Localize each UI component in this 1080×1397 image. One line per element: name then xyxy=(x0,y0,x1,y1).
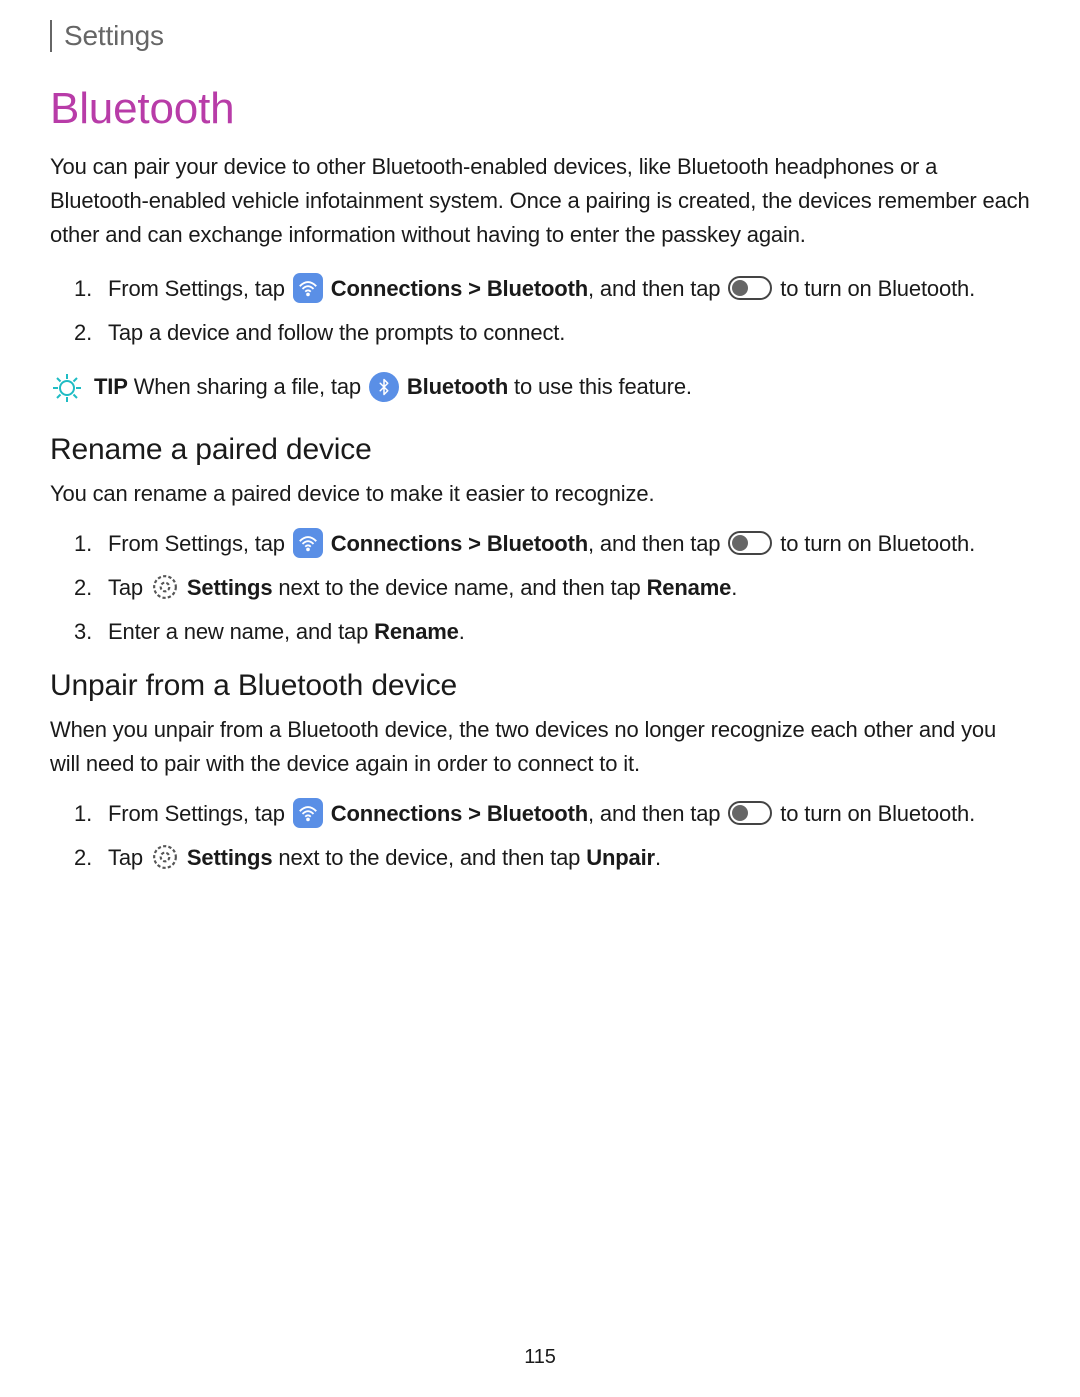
text: . xyxy=(655,845,661,870)
text-bold: Connections > Bluetooth xyxy=(331,531,588,556)
text: to turn on Bluetooth. xyxy=(780,276,975,301)
text: , and then tap xyxy=(588,801,726,826)
page-title: Bluetooth xyxy=(50,84,1030,134)
tip-callout: TIP When sharing a file, tap Bluetooth t… xyxy=(50,370,1030,404)
text-bold: Rename xyxy=(647,575,732,600)
rename-intro: You can rename a paired device to make i… xyxy=(50,477,1030,511)
text-bold: Rename xyxy=(374,619,459,644)
list-item: Tap a device and follow the prompts to c… xyxy=(84,316,1030,350)
text: . xyxy=(459,619,465,644)
text: , and then tap xyxy=(588,276,726,301)
subheading-unpair: Unpair from a Bluetooth device xyxy=(50,669,1030,703)
list-item: From Settings, tap Connections > Bluetoo… xyxy=(84,272,1030,306)
steps-main: From Settings, tap Connections > Bluetoo… xyxy=(84,272,1030,350)
list-item: Tap Settings next to the device, and the… xyxy=(84,841,1030,875)
section-header: Settings xyxy=(50,20,1030,52)
list-item: From Settings, tap Connections > Bluetoo… xyxy=(84,797,1030,831)
tip-text: TIP When sharing a file, tap Bluetooth t… xyxy=(94,370,692,404)
text: next to the device, and then tap xyxy=(272,845,586,870)
intro-paragraph: You can pair your device to other Blueto… xyxy=(50,150,1030,252)
text-bold: Connections > Bluetooth xyxy=(331,276,588,301)
text: Tap xyxy=(108,845,149,870)
text-bold: Settings xyxy=(187,575,273,600)
steps-unpair: From Settings, tap Connections > Bluetoo… xyxy=(84,797,1030,875)
toggle-icon xyxy=(728,531,772,555)
tip-label: TIP xyxy=(94,374,128,399)
gear-icon xyxy=(151,573,179,601)
toggle-icon xyxy=(728,276,772,300)
section-label: Settings xyxy=(64,20,164,51)
text-bold: Settings xyxy=(187,845,273,870)
text: to turn on Bluetooth. xyxy=(780,531,975,556)
wifi-icon xyxy=(293,528,323,558)
text: When sharing a file, tap xyxy=(128,374,367,399)
list-item: From Settings, tap Connections > Bluetoo… xyxy=(84,527,1030,561)
text-bold: Unpair xyxy=(586,845,655,870)
text: From Settings, tap xyxy=(108,801,291,826)
text: From Settings, tap xyxy=(108,276,291,301)
unpair-intro: When you unpair from a Bluetooth device,… xyxy=(50,713,1030,781)
subheading-rename: Rename a paired device xyxy=(50,433,1030,467)
steps-rename: From Settings, tap Connections > Bluetoo… xyxy=(84,527,1030,649)
list-item: Enter a new name, and tap Rename. xyxy=(84,615,1030,649)
text: to turn on Bluetooth. xyxy=(780,801,975,826)
text-bold: Connections > Bluetooth xyxy=(331,801,588,826)
list-item: Tap Settings next to the device name, an… xyxy=(84,571,1030,605)
page-number: 115 xyxy=(0,1346,1080,1369)
text-bold: Bluetooth xyxy=(407,374,508,399)
lightbulb-icon xyxy=(50,372,84,404)
bluetooth-icon xyxy=(369,372,399,402)
text: From Settings, tap xyxy=(108,531,291,556)
text: to use this feature. xyxy=(508,374,692,399)
wifi-icon xyxy=(293,798,323,828)
text: , and then tap xyxy=(588,531,726,556)
toggle-icon xyxy=(728,801,772,825)
wifi-icon xyxy=(293,273,323,303)
gear-icon xyxy=(151,843,179,871)
text: Tap xyxy=(108,575,149,600)
text: next to the device name, and then tap xyxy=(272,575,646,600)
text: Enter a new name, and tap xyxy=(108,619,374,644)
text: . xyxy=(731,575,737,600)
